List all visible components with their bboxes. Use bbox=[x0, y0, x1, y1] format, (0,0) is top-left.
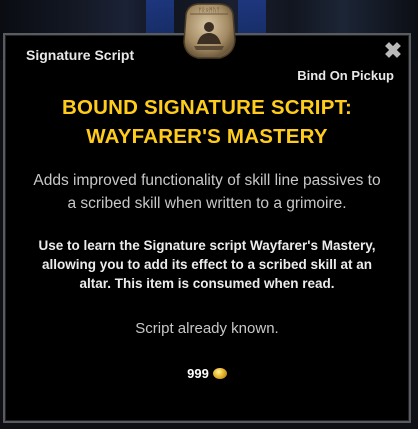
item-title-line2: WAYFARER'S MASTERY bbox=[86, 125, 328, 148]
scroll-emblem-icon: ᚠᚱᛟᛗᚢᛏ bbox=[183, 3, 236, 59]
bind-type-label: Bind On Pickup bbox=[297, 68, 394, 83]
item-description: Adds improved functionality of skill lin… bbox=[33, 172, 381, 212]
script-known-status: Script already known. bbox=[135, 320, 279, 337]
item-title-line1: BOUND SIGNATURE SCRIPT: bbox=[61, 96, 353, 119]
item-price: 999 bbox=[5, 366, 409, 381]
item-title: BOUND SIGNATURE SCRIPT: WAYFARER'S MASTE… bbox=[5, 93, 409, 151]
gold-coin-icon bbox=[212, 368, 227, 379]
item-use-text: Use to learn the Signature script Wayfar… bbox=[38, 238, 376, 291]
svg-text:ᚠᚱᛟᛗᚢᛏ: ᚠᚱᛟᛗᚢᛏ bbox=[198, 7, 220, 14]
item-tooltip: ✖ Signature Script Bind On Pickup BOUND … bbox=[3, 33, 411, 423]
close-icon[interactable]: ✖ bbox=[383, 40, 403, 62]
item-type-label: Signature Script bbox=[26, 47, 135, 63]
price-value: 999 bbox=[187, 366, 209, 381]
